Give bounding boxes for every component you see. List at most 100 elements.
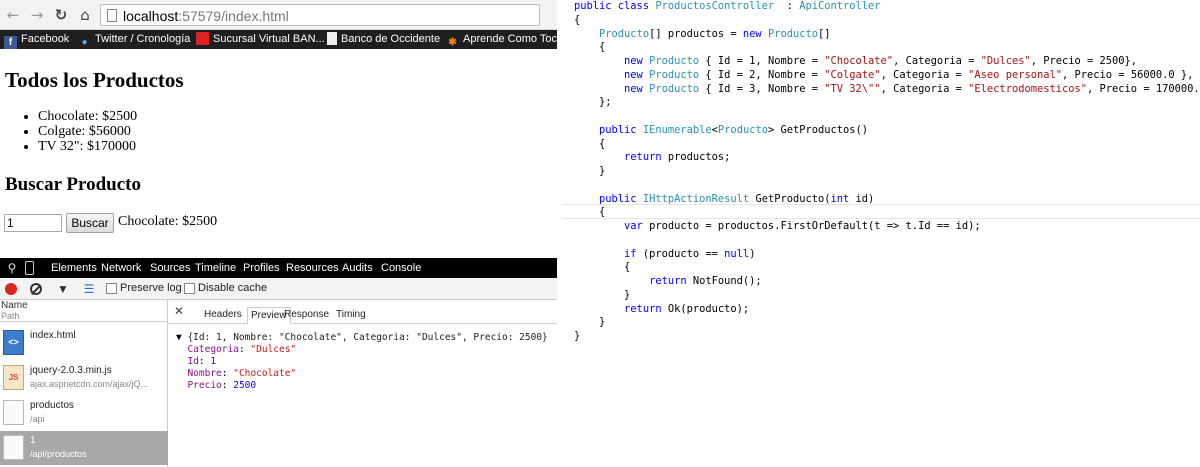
- code-token: public class: [574, 0, 656, 12]
- bookmark-sucursal-virtual[interactable]: Sucursal Virtual BAN...: [196, 30, 325, 49]
- code-line[interactable]: {: [574, 138, 1200, 152]
- bookmark-twitter[interactable]: ● Twitter / Cronología: [78, 30, 190, 49]
- code-line[interactable]: [574, 234, 1200, 248]
- code-token: Producto: [717, 123, 768, 136]
- tab-console[interactable]: Console: [381, 258, 421, 278]
- list-view-icon[interactable]: ☰: [82, 282, 96, 296]
- bookmarks-bar: f Facebook ● Twitter / Cronología Sucursal…: [0, 30, 557, 49]
- field-key: Nombre: [187, 368, 222, 379]
- code-line[interactable]: public IEnumerable<Producto> GetProducto…: [574, 124, 1200, 138]
- code-token: public: [599, 192, 643, 205]
- code-token: new: [742, 27, 768, 40]
- json-preview: ▼ {Id: 1, Nombre: "Chocolate", Categoria…: [176, 332, 548, 392]
- home-icon[interactable]: ⌂: [76, 6, 94, 24]
- expand-triangle-icon[interactable]: ▼: [176, 332, 187, 343]
- search-icon[interactable]: ⚲: [5, 260, 19, 276]
- clear-icon[interactable]: [30, 283, 42, 295]
- code-line[interactable]: {: [574, 261, 1200, 275]
- bookmark-label: Aprende Como Toc...: [463, 33, 557, 45]
- code-line[interactable]: [574, 179, 1200, 193]
- code-token: null: [724, 247, 750, 260]
- code-token: Producto: [767, 27, 818, 40]
- preserve-log-checkbox[interactable]: [106, 283, 117, 294]
- code-line[interactable]: }: [574, 330, 1200, 344]
- code-line[interactable]: var producto = productos.FirstOrDefault(…: [574, 220, 1200, 234]
- joomla-icon: ✱: [448, 37, 457, 48]
- code-line[interactable]: public class ProductosController : ApiCo…: [574, 0, 1200, 14]
- tab-sources[interactable]: Sources: [150, 258, 190, 278]
- preview-field: Nombre: "Chocolate": [187, 368, 297, 379]
- bookmark-aprende[interactable]: ✱ Aprende Como Toc...: [446, 30, 557, 49]
- back-arrow-icon[interactable]: ←: [4, 6, 22, 24]
- code-token: return: [624, 302, 668, 315]
- tab-headers[interactable]: Headers: [201, 307, 245, 324]
- code-token: {: [574, 261, 631, 274]
- request-row[interactable]: JS jquery-2.0.3.min.js ajax.aspnetcdn.co…: [0, 361, 168, 395]
- address-bar[interactable]: localhost:57579/index.html: [100, 4, 540, 26]
- code-token: ): [749, 247, 756, 260]
- request-row[interactable]: <> index.html: [0, 326, 168, 360]
- bank-icon: [196, 32, 209, 45]
- document-icon: [3, 435, 24, 460]
- code-token: if: [624, 247, 643, 260]
- tab-audits[interactable]: Audits: [342, 258, 373, 278]
- filter-icon[interactable]: ▼: [56, 282, 70, 296]
- tab-timeline[interactable]: Timeline: [195, 258, 236, 278]
- tab-network[interactable]: Network: [101, 258, 141, 278]
- tab-response[interactable]: Response: [281, 307, 332, 324]
- code-line[interactable]: return NotFound();: [574, 275, 1200, 289]
- code-line[interactable]: public IHttpActionResult GetProducto(int…: [574, 193, 1200, 207]
- code-line[interactable]: if (producto == null): [574, 248, 1200, 262]
- device-icon[interactable]: [25, 261, 34, 275]
- code-text[interactable]: public class ProductosController : ApiCo…: [574, 0, 1200, 344]
- url-port-path: :57579/index.html: [178, 8, 289, 24]
- code-token: Producto: [649, 68, 700, 81]
- code-line[interactable]: {: [574, 41, 1200, 55]
- bookmark-facebook[interactable]: f Facebook: [4, 30, 69, 49]
- code-line[interactable]: {: [574, 206, 1200, 220]
- code-line[interactable]: }: [574, 316, 1200, 330]
- code-line[interactable]: new Producto { Id = 2, Nombre = "Colgate…: [574, 69, 1200, 83]
- tab-profiles[interactable]: Profiles: [243, 258, 280, 278]
- tab-timing[interactable]: Timing: [333, 307, 369, 324]
- request-list-header[interactable]: Name Path: [0, 300, 168, 322]
- code-token: public: [599, 123, 643, 136]
- code-line[interactable]: }: [574, 165, 1200, 179]
- tab-resources[interactable]: Resources: [286, 258, 339, 278]
- request-row[interactable]: productos /api: [0, 396, 168, 430]
- code-token: return: [649, 275, 693, 287]
- code-line[interactable]: new Producto { Id = 1, Nombre = "Chocola…: [574, 55, 1200, 69]
- code-editor[interactable]: public class ProductosController : ApiCo…: [557, 0, 1200, 467]
- code-token: int: [830, 192, 856, 205]
- reload-icon[interactable]: ↻: [52, 6, 70, 24]
- code-line[interactable]: [574, 110, 1200, 124]
- code-line[interactable]: }: [574, 289, 1200, 303]
- request-row-selected[interactable]: 1 /api/productos: [0, 431, 168, 465]
- bookmark-label: Banco de Occidente: [341, 33, 441, 45]
- field-value: "Dulces": [250, 344, 297, 355]
- search-button[interactable]: Buscar: [66, 213, 114, 233]
- tab-elements[interactable]: Elements: [51, 258, 97, 278]
- preview-field: Precio: 2500: [187, 380, 257, 391]
- record-icon[interactable]: [5, 283, 17, 295]
- close-icon[interactable]: ✕: [174, 304, 184, 318]
- preview-summary[interactable]: ▼ {Id: 1, Nombre: "Chocolate", Categoria…: [176, 332, 548, 344]
- bookmark-label: Sucursal Virtual BAN...: [213, 33, 325, 45]
- code-token: { Id = 3, Nombre =: [699, 82, 825, 95]
- code-line[interactable]: return Ok(producto);: [574, 303, 1200, 317]
- disable-cache-checkbox[interactable]: [184, 283, 195, 294]
- code-line[interactable]: Producto[] productos = new Producto[]: [574, 28, 1200, 42]
- forward-arrow-icon[interactable]: →: [28, 6, 46, 24]
- code-token: {: [574, 41, 606, 54]
- code-line[interactable]: return productos;: [574, 151, 1200, 165]
- page-title: Todos los Productos: [5, 68, 184, 92]
- product-id-input[interactable]: [4, 214, 62, 232]
- product-item: Colgate: $56000: [38, 124, 137, 139]
- code-line[interactable]: };: [574, 96, 1200, 110]
- bookmark-banco-occidente[interactable]: Banco de Occidente: [327, 30, 440, 49]
- code-line[interactable]: {: [574, 14, 1200, 28]
- code-line[interactable]: new Producto { Id = 3, Nombre = "TV 32\"…: [574, 83, 1200, 97]
- code-token: "Colgate": [824, 68, 881, 81]
